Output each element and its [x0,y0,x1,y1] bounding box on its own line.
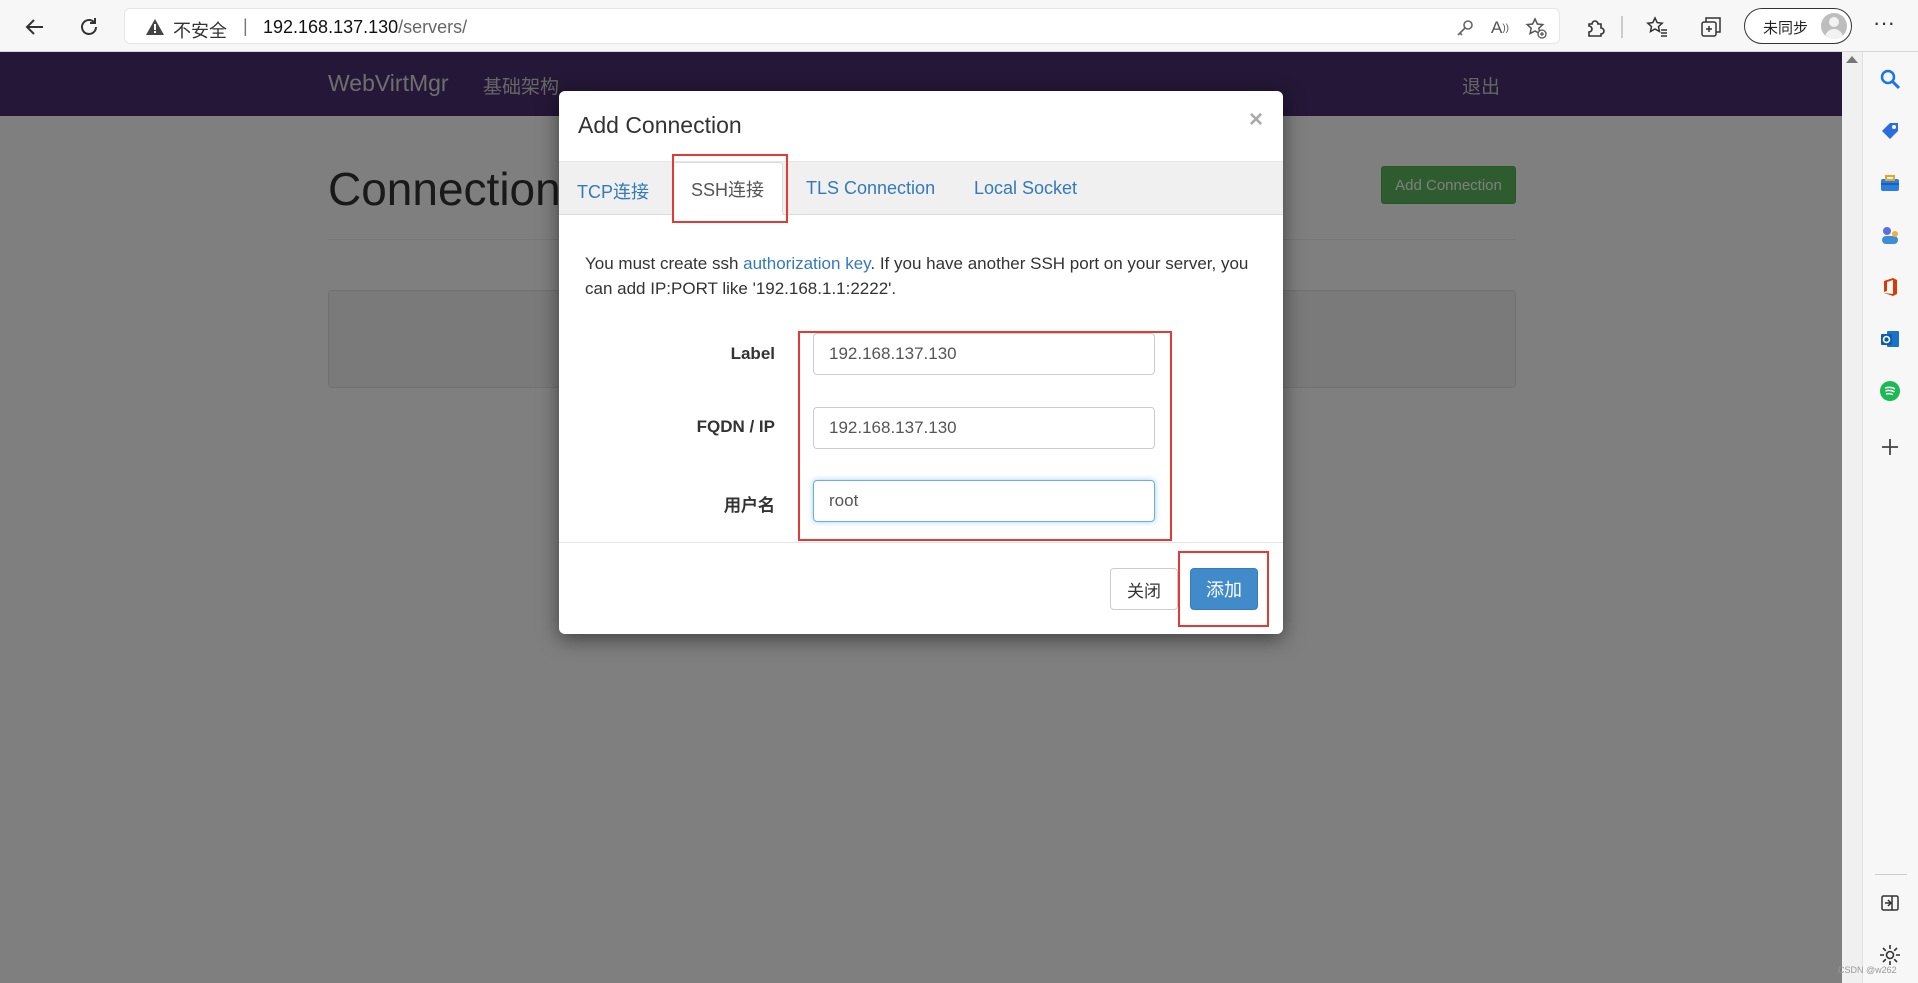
authorization-key-link[interactable]: authorization key [743,254,870,273]
url-host: 192.168.137.130 [263,17,399,37]
sidebar-divider [1875,874,1907,875]
highlight-ssh-tab [672,154,788,223]
watermark-text: CSDN @w262 [1838,965,1897,975]
warning-icon [145,18,165,41]
outlook-icon[interactable] [1877,326,1903,352]
profile-sync-label: 未同步 [1763,20,1809,37]
browser-toolbar: 不安全 | 192.168.137.130/servers/ A)) 未同步 ·… [0,0,1918,52]
toolbar-divider [1621,16,1623,38]
tab-local-socket[interactable]: Local Socket [974,178,1077,199]
shopping-tag-icon[interactable] [1877,118,1903,144]
favorites-icon[interactable] [1642,12,1672,42]
scroll-up-icon[interactable] [1846,56,1858,63]
highlight-add-button [1178,551,1269,627]
insecure-label[interactable]: 不安全 [173,17,227,43]
office-icon[interactable] [1877,274,1903,300]
refresh-icon[interactable] [74,12,104,42]
fqdn-input[interactable] [813,407,1155,449]
hide-sidebar-icon[interactable] [1877,890,1903,916]
username-input[interactable] [813,480,1155,522]
add-favorite-icon[interactable] [1523,15,1549,41]
label-input[interactable] [813,333,1155,375]
modal-footer-divider [559,542,1283,543]
key-icon[interactable] [1452,15,1478,41]
avatar-icon [1821,13,1847,39]
tab-tcp[interactable]: TCP连接 [577,178,649,204]
page-scrollbar[interactable] [1842,52,1862,983]
tools-icon[interactable] [1877,170,1903,196]
tab-tls[interactable]: TLS Connection [806,178,935,199]
read-aloud-icon[interactable]: A)) [1487,15,1513,41]
url-text[interactable]: 192.168.137.130/servers/ [263,17,467,38]
games-icon[interactable] [1877,222,1903,248]
address-bar[interactable]: 不安全 | 192.168.137.130/servers/ A)) [124,8,1560,44]
close-button[interactable]: 关闭 [1110,568,1178,610]
ssh-instructions: You must create ssh authorization key. I… [585,251,1257,301]
search-icon[interactable] [1877,66,1903,92]
back-arrow-icon[interactable] [20,12,50,42]
add-icon[interactable] [1877,434,1903,460]
fqdn-field-label: FQDN / IP [696,417,775,436]
browser-sidebar [1862,52,1918,983]
close-icon[interactable]: × [1249,106,1263,134]
spotify-icon[interactable] [1877,378,1903,404]
profile-button[interactable]: 未同步 [1744,8,1852,44]
url-path: /servers/ [398,17,468,37]
add-connection-modal: Add Connection × TCP连接 SSH连接 TLS Connect… [559,91,1283,634]
username-field-label: 用户名 [724,496,775,515]
modal-title: Add Connection [578,112,742,138]
address-separator: | [243,16,248,36]
collections-icon[interactable] [1696,12,1726,42]
label-field-label: Label [730,344,775,363]
connection-tabs: TCP连接 SSH连接 TLS Connection Local Socket [559,161,1283,215]
extensions-icon[interactable] [1580,12,1610,42]
more-menu-icon[interactable]: ··· [1868,12,1900,42]
intro-text-start: You must create ssh [585,254,744,273]
